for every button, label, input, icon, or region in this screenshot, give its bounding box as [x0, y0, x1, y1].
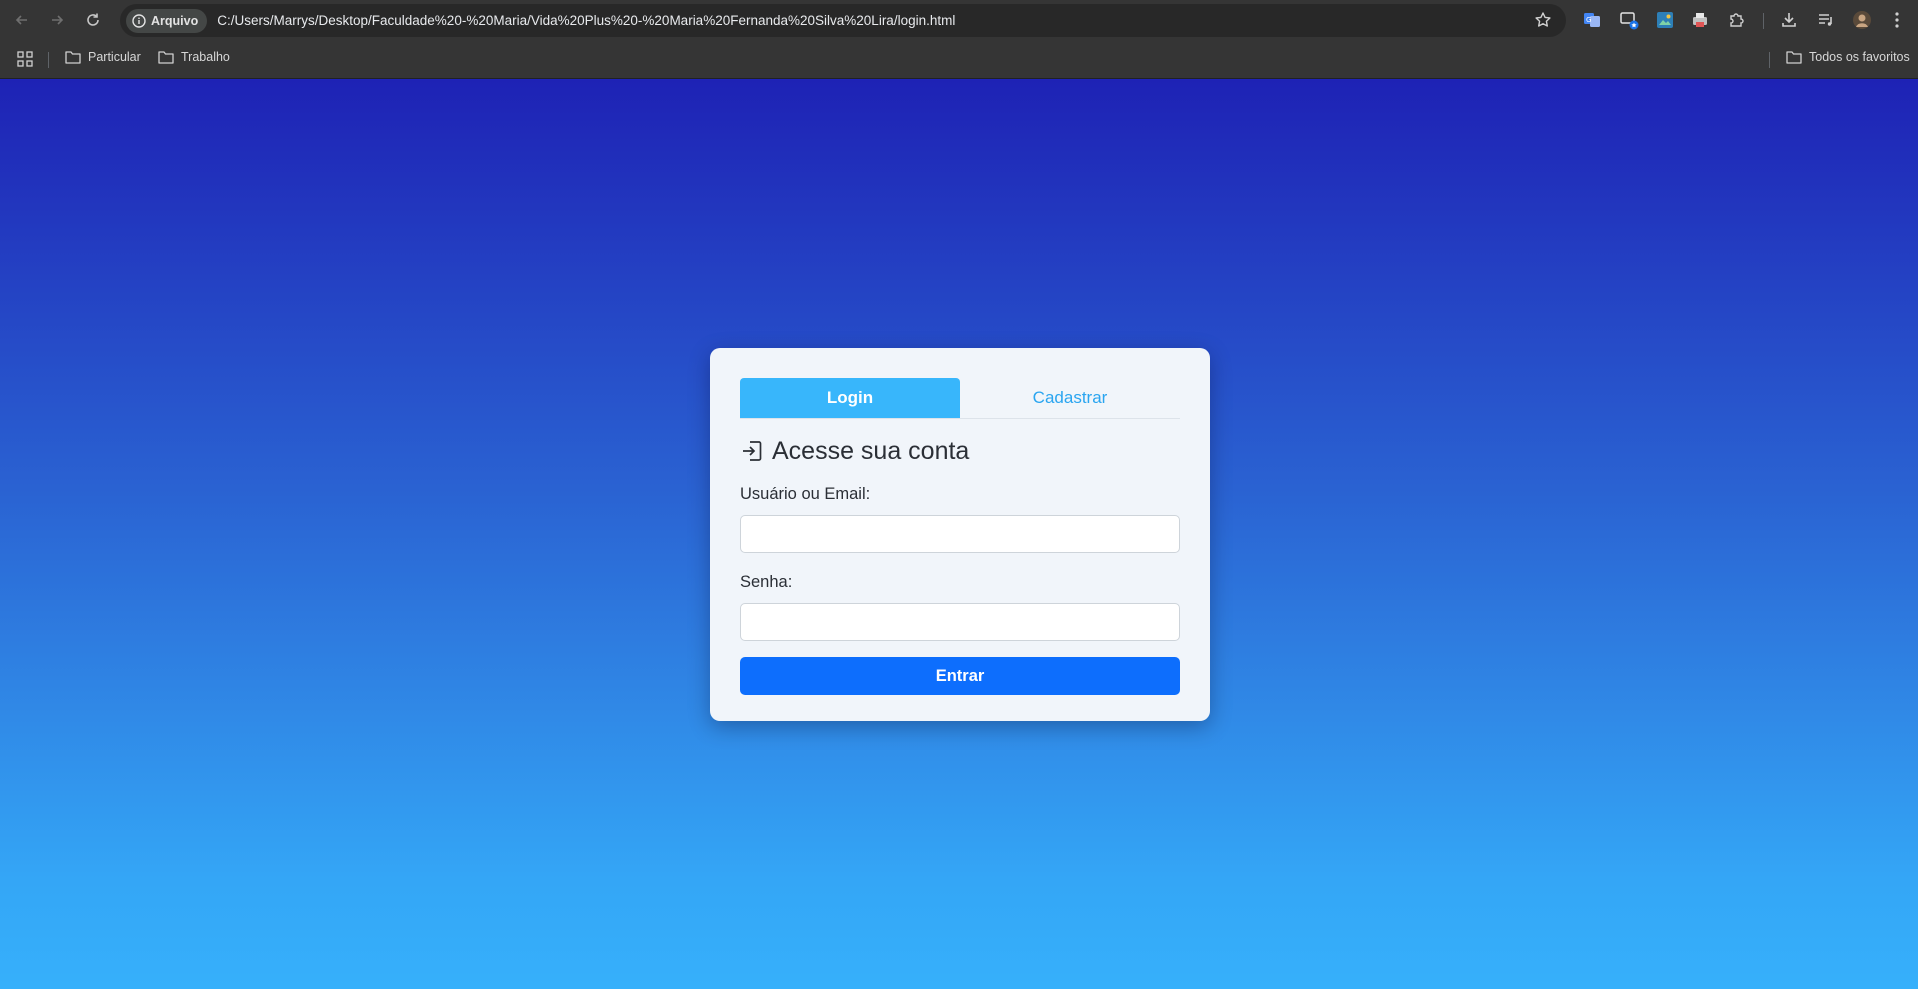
bookmark-folder-trabalho[interactable]: Trabalho	[158, 50, 230, 64]
back-button[interactable]	[8, 6, 36, 34]
page-viewport: Login Cadastrar Acesse sua conta Usuário…	[0, 79, 1918, 989]
forward-button[interactable]	[43, 6, 71, 34]
reload-icon	[87, 13, 99, 26]
bookmarks-separator	[1769, 52, 1770, 68]
folder-icon	[1786, 51, 1802, 64]
apps-grid-icon	[17, 51, 33, 67]
browser-menu-icon[interactable]	[1886, 9, 1908, 31]
password-label: Senha:	[740, 573, 793, 591]
url-text[interactable]: C:/Users/Marrys/Desktop/Faculdade%20-%20…	[217, 13, 955, 28]
all-bookmarks-folder[interactable]: Todos os favoritos	[1786, 50, 1910, 64]
site-info-chip[interactable]: Arquivo	[126, 8, 208, 33]
bookmark-star-icon[interactable]	[1534, 11, 1552, 34]
submit-button[interactable]: Entrar	[740, 657, 1180, 695]
bookmark-folder-particular[interactable]: Particular	[65, 50, 141, 64]
browser-toolbar: Arquivo C:/Users/Marrys/Desktop/Faculdad…	[0, 0, 1918, 41]
auth-card: Login Cadastrar Acesse sua conta Usuário…	[710, 348, 1210, 721]
tab-login[interactable]: Login	[740, 378, 960, 418]
arrow-right-icon	[52, 15, 64, 25]
bookmarks-separator	[48, 52, 49, 68]
folder-icon	[158, 51, 174, 64]
password-input[interactable]	[740, 603, 1180, 641]
toolbar-separator	[1763, 13, 1764, 29]
apps-button[interactable]	[17, 51, 40, 67]
page-title: Acesse sua conta	[772, 436, 970, 465]
bookmarks-bar: Particular Trabalho Todos os favoritos	[0, 41, 1918, 79]
image-extension-icon[interactable]	[1654, 9, 1676, 31]
auth-tabs: Login Cadastrar	[740, 378, 1180, 419]
all-bookmarks-label: Todos os favoritos	[1809, 50, 1910, 64]
media-control-icon[interactable]	[1815, 9, 1837, 31]
login-icon	[743, 441, 762, 461]
extensions-puzzle-icon[interactable]	[1725, 9, 1747, 31]
username-input[interactable]	[740, 515, 1180, 553]
address-bar[interactable]: Arquivo C:/Users/Marrys/Desktop/Faculdad…	[120, 4, 1566, 37]
profile-avatar[interactable]	[1851, 9, 1873, 31]
folder-icon	[65, 51, 81, 64]
print-extension-icon[interactable]	[1689, 9, 1711, 31]
translate-extension-icon[interactable]: G	[1581, 9, 1603, 31]
arrow-left-icon	[15, 15, 27, 25]
info-icon	[132, 13, 146, 28]
site-info-label: Arquivo	[151, 13, 199, 28]
form-heading: Acesse sua conta	[740, 435, 1180, 467]
svg-text:G: G	[1586, 16, 1591, 24]
downloads-icon[interactable]	[1778, 9, 1800, 31]
screen-capture-extension-icon[interactable]	[1618, 9, 1640, 31]
bookmark-label: Trabalho	[181, 50, 230, 64]
bookmark-label: Particular	[88, 50, 141, 64]
tab-cadastrar[interactable]: Cadastrar	[960, 378, 1180, 418]
reload-button[interactable]	[79, 6, 107, 34]
username-label: Usuário ou Email:	[740, 485, 871, 503]
